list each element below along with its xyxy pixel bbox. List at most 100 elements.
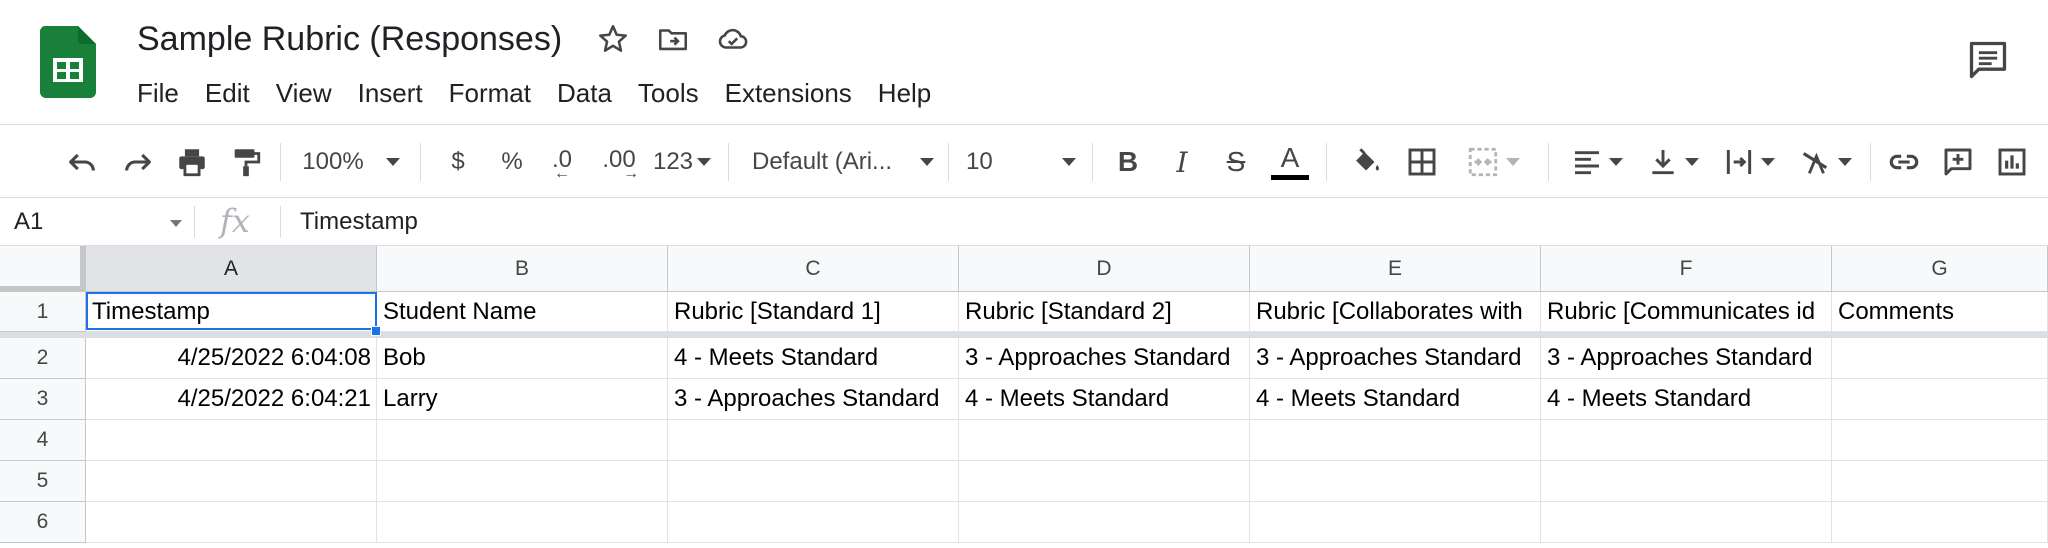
print-icon[interactable] — [172, 142, 212, 182]
row-header-3[interactable]: 3 — [0, 379, 86, 420]
font-size-select[interactable]: 10 — [966, 142, 1076, 182]
cell-b4[interactable] — [377, 420, 668, 461]
document-title[interactable]: Sample Rubric (Responses) — [137, 20, 562, 59]
row-header-4[interactable]: 4 — [0, 420, 86, 461]
merge-cells-icon[interactable] — [1458, 142, 1528, 182]
zoom-select[interactable]: 100% — [296, 142, 406, 182]
cell-a5[interactable] — [86, 461, 377, 502]
cell-f2[interactable]: 3 - Approaches Standard — [1541, 338, 1832, 379]
menu-data[interactable]: Data — [544, 74, 625, 113]
cell-c5[interactable] — [668, 461, 959, 502]
menu-format[interactable]: Format — [436, 74, 544, 113]
insert-link-icon[interactable] — [1884, 142, 1924, 182]
text-wrapping-icon[interactable] — [1716, 142, 1782, 182]
cell-d1[interactable]: Rubric [Standard 2] — [959, 292, 1250, 332]
cell-b2[interactable]: Bob — [377, 338, 668, 379]
column-header-a[interactable]: A — [86, 246, 377, 292]
cell-g3[interactable] — [1832, 379, 2048, 420]
cell-e2[interactable]: 3 - Approaches Standard — [1250, 338, 1541, 379]
menu-file[interactable]: File — [124, 74, 192, 113]
cell-c6[interactable] — [668, 502, 959, 543]
select-all-corner[interactable] — [0, 246, 86, 292]
cell-a6[interactable] — [86, 502, 377, 543]
cell-f5[interactable] — [1541, 461, 1832, 502]
cloud-saved-icon[interactable] — [716, 22, 750, 56]
frozen-row-divider[interactable] — [0, 332, 2048, 338]
borders-icon[interactable] — [1402, 142, 1442, 182]
menu-edit[interactable]: Edit — [192, 74, 263, 113]
cell-c2[interactable]: 4 - Meets Standard — [668, 338, 959, 379]
row-header-1[interactable]: 1 — [0, 292, 86, 332]
cell-g2[interactable] — [1832, 338, 2048, 379]
cell-c4[interactable] — [668, 420, 959, 461]
name-box[interactable]: A1 — [14, 208, 43, 236]
text-color-icon[interactable]: A — [1270, 142, 1310, 182]
cell-f6[interactable] — [1541, 502, 1832, 543]
cell-g4[interactable] — [1832, 420, 2048, 461]
fill-color-icon[interactable] — [1346, 142, 1386, 182]
cell-b1[interactable]: Student Name — [377, 292, 668, 332]
undo-icon[interactable] — [62, 142, 102, 182]
horizontal-align-icon[interactable] — [1564, 142, 1630, 182]
cell-a2[interactable]: 4/25/2022 6:04:08 — [86, 338, 377, 379]
formula-input[interactable]: Timestamp — [300, 208, 418, 236]
cell-e4[interactable] — [1250, 420, 1541, 461]
cell-d2[interactable]: 3 - Approaches Standard — [959, 338, 1250, 379]
sheets-logo-icon[interactable] — [39, 26, 96, 98]
cell-e1[interactable]: Rubric [Collaborates with — [1250, 292, 1541, 332]
column-header-f[interactable]: F — [1541, 246, 1832, 292]
cell-g6[interactable] — [1832, 502, 2048, 543]
cell-d6[interactable] — [959, 502, 1250, 543]
menu-extensions[interactable]: Extensions — [712, 74, 865, 113]
redo-icon[interactable] — [118, 142, 158, 182]
cell-d4[interactable] — [959, 420, 1250, 461]
cell-e6[interactable] — [1250, 502, 1541, 543]
cell-a3[interactable]: 4/25/2022 6:04:21 — [86, 379, 377, 420]
decrease-decimal-button[interactable]: .0 ← — [542, 142, 582, 182]
column-header-d[interactable]: D — [959, 246, 1250, 292]
cell-e5[interactable] — [1250, 461, 1541, 502]
cell-f4[interactable] — [1541, 420, 1832, 461]
star-icon[interactable] — [596, 22, 630, 56]
cell-f3[interactable]: 4 - Meets Standard — [1541, 379, 1832, 420]
column-header-e[interactable]: E — [1250, 246, 1541, 292]
menu-insert[interactable]: Insert — [345, 74, 436, 113]
italic-icon[interactable]: I — [1162, 142, 1202, 182]
menu-help[interactable]: Help — [865, 74, 944, 113]
cell-d5[interactable] — [959, 461, 1250, 502]
more-formats-button[interactable]: 123 — [650, 142, 714, 182]
increase-decimal-button[interactable]: .00 → — [594, 142, 644, 182]
row-header-6[interactable]: 6 — [0, 502, 86, 543]
cell-a4[interactable] — [86, 420, 377, 461]
column-header-c[interactable]: C — [668, 246, 959, 292]
move-folder-icon[interactable] — [656, 22, 690, 56]
menu-tools[interactable]: Tools — [625, 74, 712, 113]
column-header-g[interactable]: G — [1832, 246, 2048, 292]
insert-comment-icon[interactable] — [1938, 142, 1978, 182]
vertical-align-icon[interactable] — [1640, 142, 1706, 182]
cell-g5[interactable] — [1832, 461, 2048, 502]
cell-d3[interactable]: 4 - Meets Standard — [959, 379, 1250, 420]
currency-format-button[interactable]: $ — [438, 142, 478, 182]
comment-history-icon[interactable] — [1966, 38, 2010, 82]
cell-g1[interactable]: Comments — [1832, 292, 2048, 332]
cell-c3[interactable]: 3 - Approaches Standard — [668, 379, 959, 420]
insert-chart-icon[interactable] — [1992, 142, 2032, 182]
percent-format-button[interactable]: % — [492, 142, 532, 182]
menu-view[interactable]: View — [263, 74, 345, 113]
name-box-dropdown-icon[interactable] — [170, 220, 182, 227]
column-header-b[interactable]: B — [377, 246, 668, 292]
text-rotation-icon[interactable] — [1792, 142, 1858, 182]
strikethrough-icon[interactable]: S — [1216, 142, 1256, 182]
row-header-5[interactable]: 5 — [0, 461, 86, 502]
font-select[interactable]: Default (Ari... — [752, 142, 934, 182]
cell-f1[interactable]: Rubric [Communicates id — [1541, 292, 1832, 332]
row-header-2[interactable]: 2 — [0, 338, 86, 379]
cell-b3[interactable]: Larry — [377, 379, 668, 420]
fill-handle[interactable] — [371, 326, 381, 336]
bold-icon[interactable]: B — [1108, 142, 1148, 182]
cell-b5[interactable] — [377, 461, 668, 502]
cell-c1[interactable]: Rubric [Standard 1] — [668, 292, 959, 332]
cell-e3[interactable]: 4 - Meets Standard — [1250, 379, 1541, 420]
cell-b6[interactable] — [377, 502, 668, 543]
